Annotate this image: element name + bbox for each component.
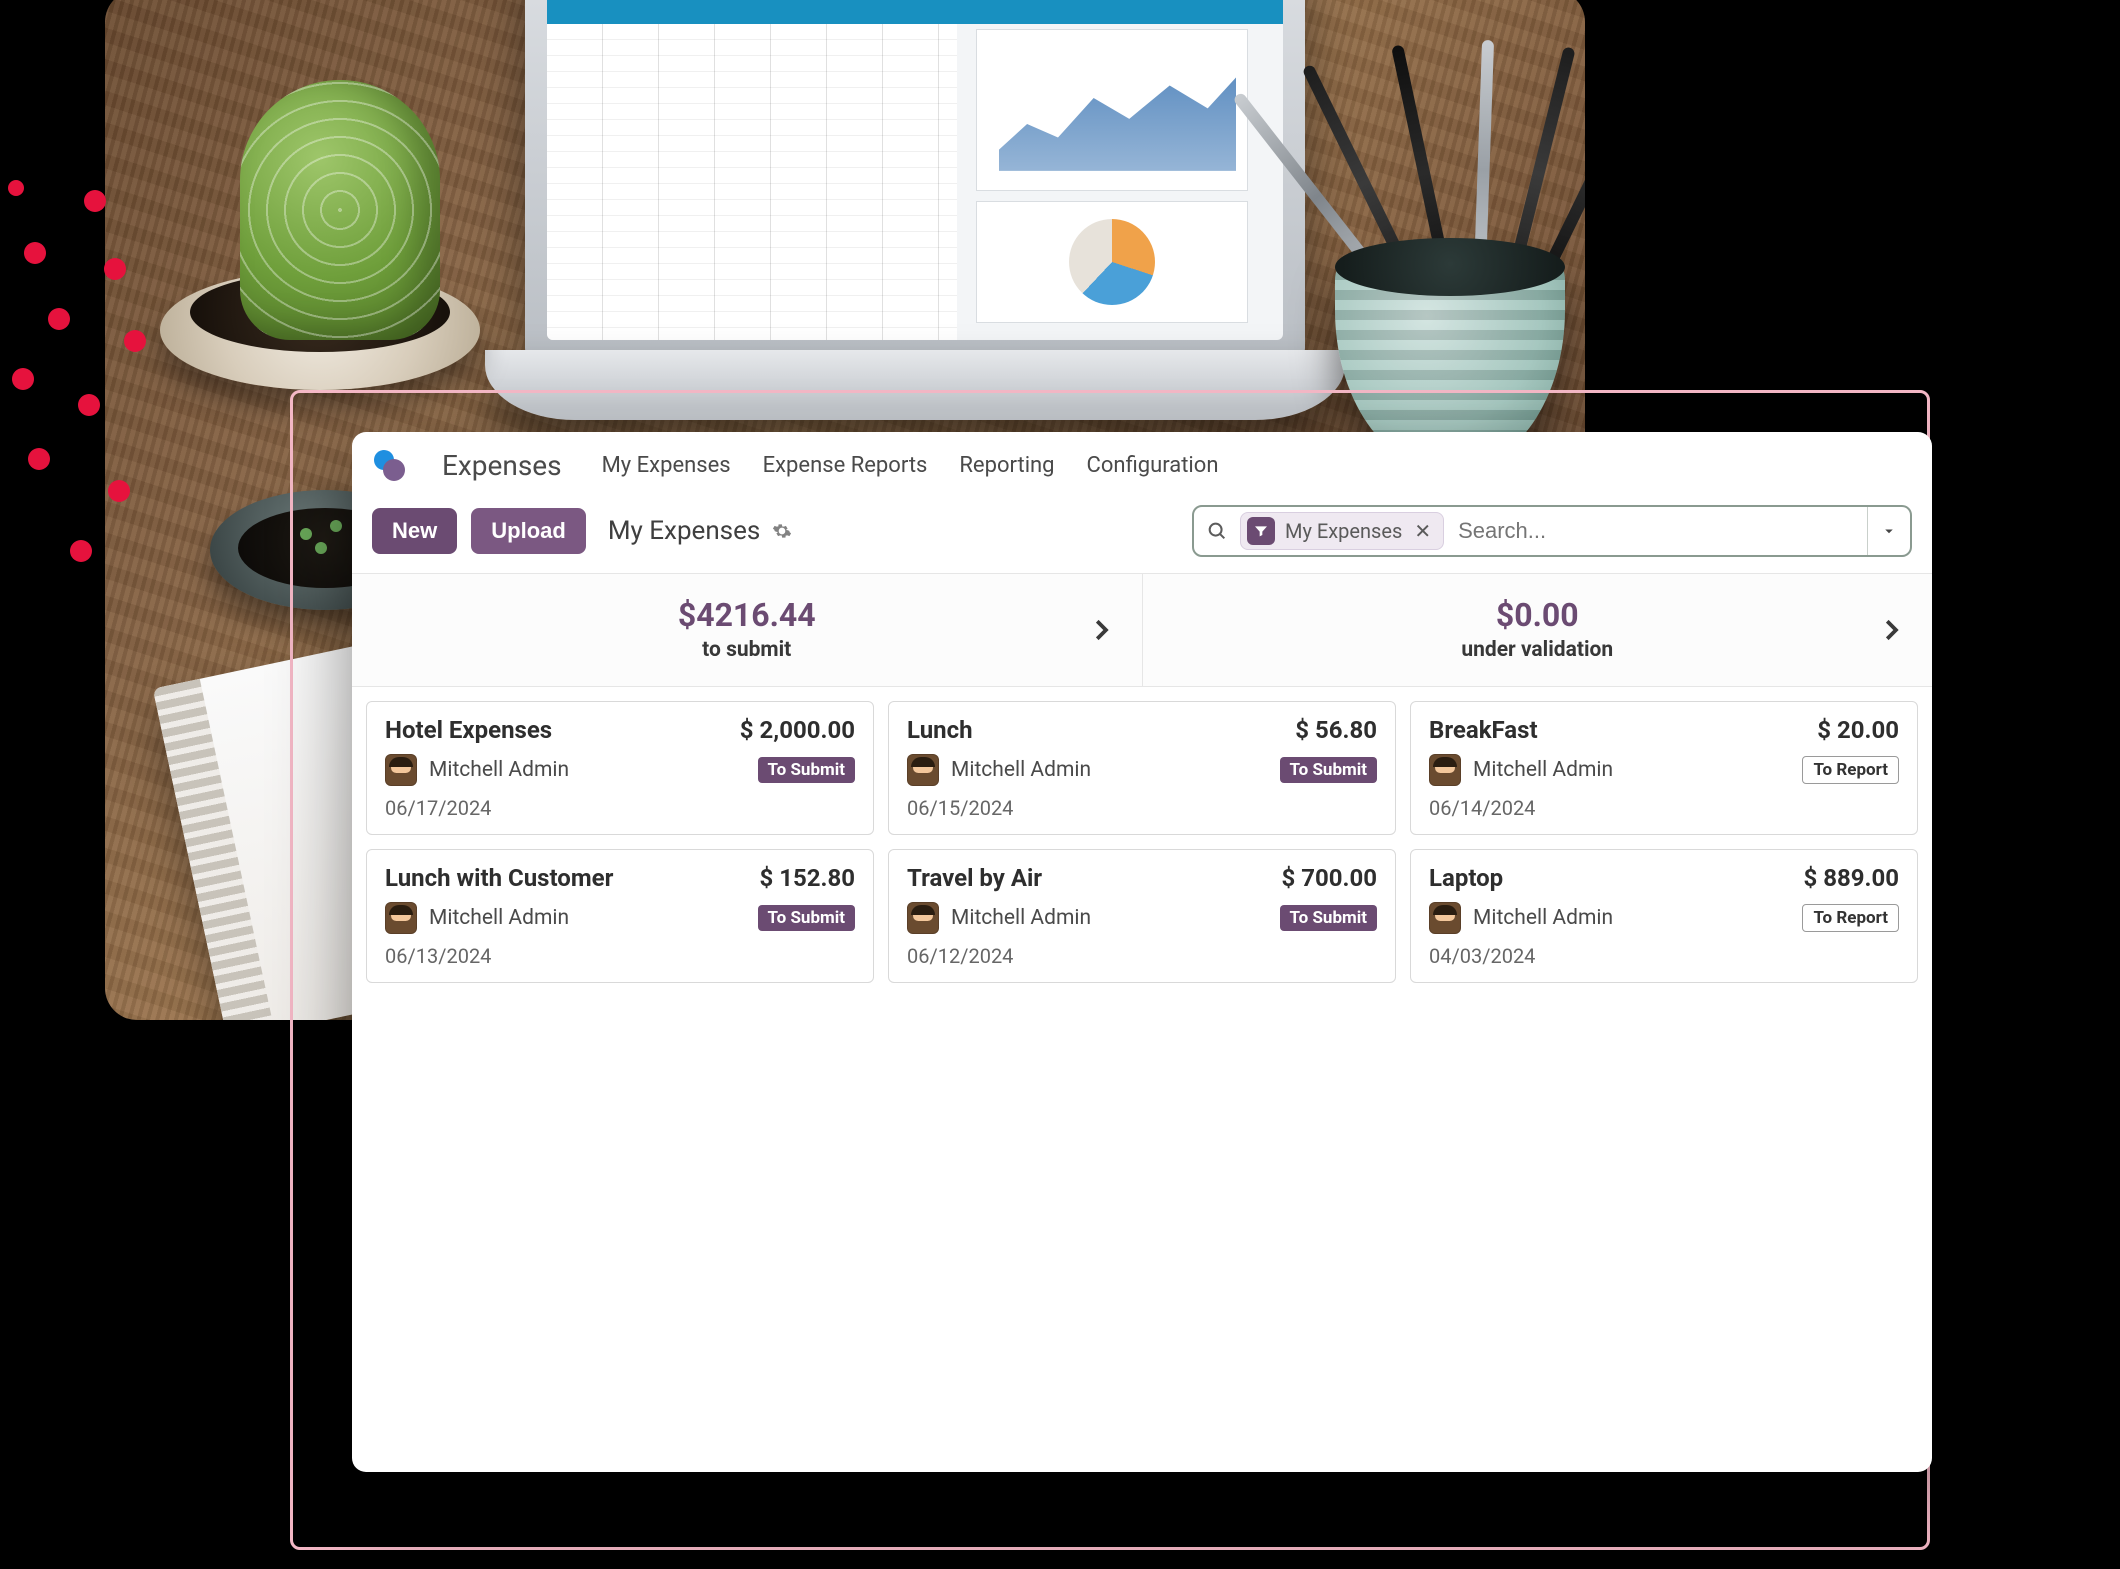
expense-date: 06/12/2024 <box>907 944 1377 968</box>
toolbar: New Upload My Expenses My Expenses ✕ <box>352 497 1932 573</box>
expense-owner: Mitchell Admin <box>1429 902 1613 934</box>
status-badge: To Submit <box>758 757 855 783</box>
summary-label: under validation <box>1461 638 1613 662</box>
expense-title: Hotel Expenses <box>385 716 552 744</box>
chevron-right-icon <box>1086 615 1116 645</box>
upload-button[interactable]: Upload <box>471 508 586 554</box>
breadcrumb: My Expenses <box>608 516 793 546</box>
avatar <box>907 902 939 934</box>
app-window: Expenses My Expenses Expense Reports Rep… <box>352 432 1932 1472</box>
expense-owner-name: Mitchell Admin <box>429 906 569 930</box>
funnel-icon <box>1247 517 1275 545</box>
breadcrumb-label: My Expenses <box>608 516 761 546</box>
expense-date: 06/15/2024 <box>907 796 1377 820</box>
search-icon <box>1194 520 1240 542</box>
chevron-right-icon <box>1876 615 1906 645</box>
status-badge: To Submit <box>1280 757 1377 783</box>
status-badge: To Report <box>1802 904 1899 932</box>
avatar <box>1429 902 1461 934</box>
search-box[interactable]: My Expenses ✕ <box>1192 505 1912 557</box>
filter-chip-label: My Expenses <box>1285 519 1402 543</box>
gear-icon[interactable] <box>772 521 792 541</box>
expense-owner-name: Mitchell Admin <box>1473 758 1613 782</box>
summary-amount: $4216.44 <box>678 596 816 634</box>
avatar <box>385 754 417 786</box>
menu-configuration[interactable]: Configuration <box>1087 453 1219 478</box>
expense-title: Travel by Air <box>907 864 1042 892</box>
summary-under-validation[interactable]: $0.00 under validation <box>1142 574 1933 686</box>
status-badge: To Submit <box>1280 905 1377 931</box>
expense-card[interactable]: Travel by Air $ 700.00 Mitchell Admin To Su… <box>888 849 1396 983</box>
decorative-dots <box>0 180 180 600</box>
expense-amount: $ 2,000.00 <box>740 716 855 744</box>
expense-amount: $ 889.00 <box>1803 864 1899 892</box>
expense-card[interactable]: BreakFast $ 20.00 Mitchell Admin To Report 0… <box>1410 701 1918 835</box>
menu-expense-reports[interactable]: Expense Reports <box>763 453 928 478</box>
expense-title: Lunch <box>907 716 973 744</box>
expense-owner-name: Mitchell Admin <box>951 906 1091 930</box>
expense-card[interactable]: Laptop $ 889.00 Mitchell Admin To Report 04/… <box>1410 849 1918 983</box>
main-menubar: Expenses My Expenses Expense Reports Rep… <box>352 432 1932 497</box>
expense-owner: Mitchell Admin <box>1429 754 1613 786</box>
expense-title: BreakFast <box>1429 716 1538 744</box>
search-dropdown[interactable] <box>1868 522 1910 540</box>
summary-amount: $0.00 <box>1496 596 1579 634</box>
expense-card[interactable]: Lunch $ 56.80 Mitchell Admin To Submit 06/15… <box>888 701 1396 835</box>
filter-chip-remove[interactable]: ✕ <box>1412 519 1433 543</box>
expense-date: 06/14/2024 <box>1429 796 1899 820</box>
menu-reporting[interactable]: Reporting <box>959 453 1054 478</box>
app-icon <box>372 448 406 482</box>
app-title: Expenses <box>442 449 562 482</box>
expense-amount: $ 56.80 <box>1295 716 1377 744</box>
expense-date: 04/03/2024 <box>1429 944 1899 968</box>
expense-card-grid: Hotel Expenses $ 2,000.00 Mitchell Admin To… <box>352 687 1932 997</box>
expense-owner-name: Mitchell Admin <box>951 758 1091 782</box>
summary-bar: $4216.44 to submit $0.00 under validatio… <box>352 573 1932 687</box>
avatar <box>385 902 417 934</box>
expense-amount: $ 152.80 <box>759 864 855 892</box>
expense-owner-name: Mitchell Admin <box>429 758 569 782</box>
expense-date: 06/13/2024 <box>385 944 855 968</box>
expense-card[interactable]: Hotel Expenses $ 2,000.00 Mitchell Admin To… <box>366 701 874 835</box>
expense-amount: $ 700.00 <box>1281 864 1377 892</box>
expense-card[interactable]: Lunch with Customer $ 152.80 Mitchell Admi… <box>366 849 874 983</box>
avatar <box>1429 754 1461 786</box>
expense-title: Lunch with Customer <box>385 864 613 892</box>
menu-my-expenses[interactable]: My Expenses <box>602 453 731 478</box>
status-badge: To Report <box>1802 756 1899 784</box>
expense-title: Laptop <box>1429 864 1503 892</box>
expense-owner: Mitchell Admin <box>385 754 569 786</box>
expense-amount: $ 20.00 <box>1817 716 1899 744</box>
expense-owner: Mitchell Admin <box>907 902 1091 934</box>
summary-to-submit[interactable]: $4216.44 to submit <box>352 574 1142 686</box>
status-badge: To Submit <box>758 905 855 931</box>
expense-date: 06/17/2024 <box>385 796 855 820</box>
expense-owner-name: Mitchell Admin <box>1473 906 1613 930</box>
new-button[interactable]: New <box>372 508 457 554</box>
filter-chip[interactable]: My Expenses ✕ <box>1240 512 1444 550</box>
search-input[interactable] <box>1454 512 1867 550</box>
summary-label: to submit <box>702 638 791 662</box>
expense-owner: Mitchell Admin <box>907 754 1091 786</box>
avatar <box>907 754 939 786</box>
expense-owner: Mitchell Admin <box>385 902 569 934</box>
